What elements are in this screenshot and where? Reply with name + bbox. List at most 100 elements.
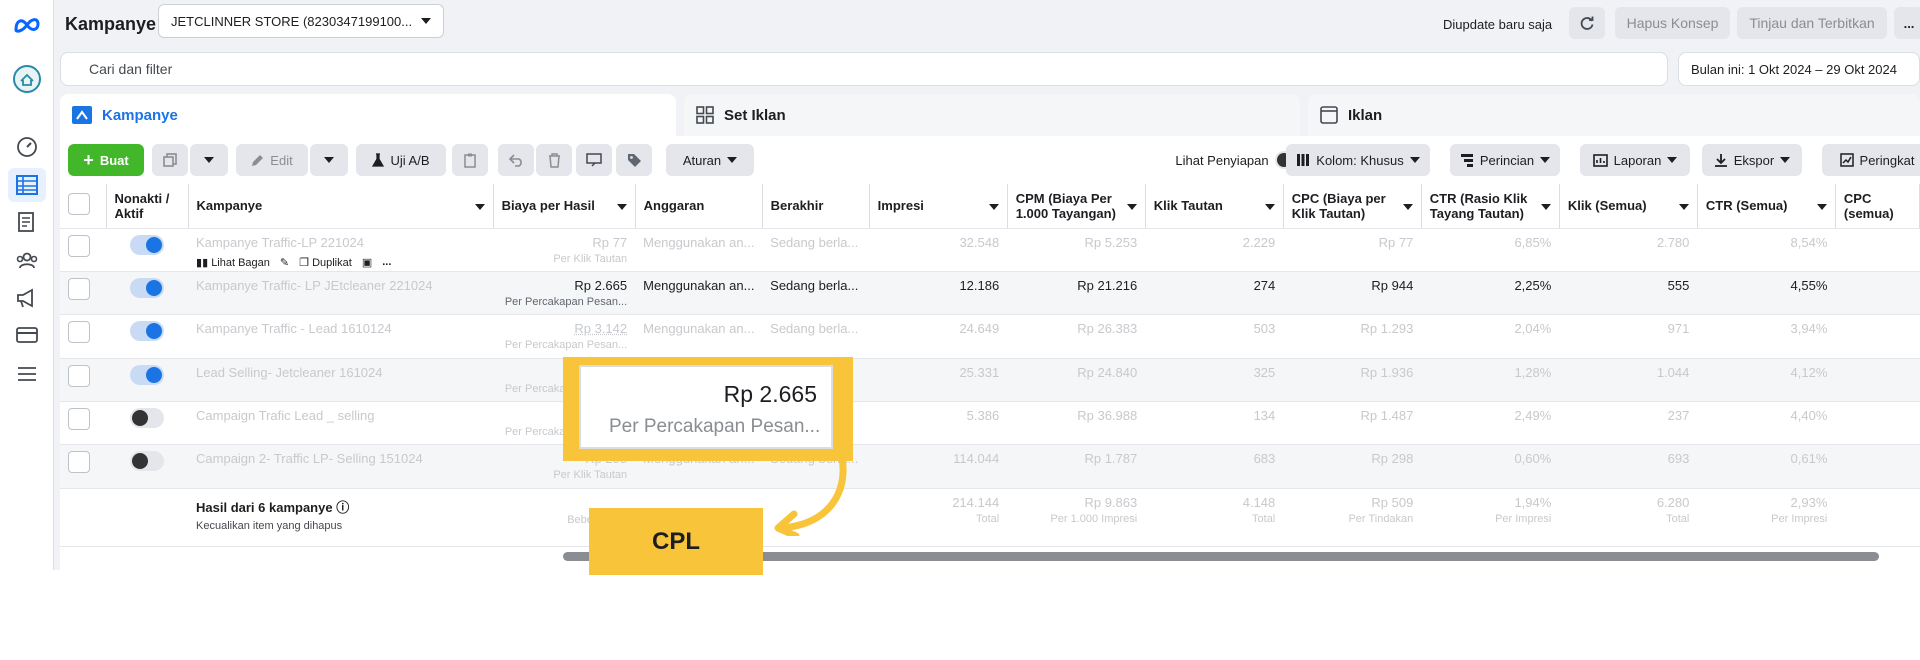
billing-icon[interactable]: [8, 318, 46, 352]
table-row[interactable]: Campaign 2- Traffic LP- Selling 151024 R…: [60, 444, 1920, 489]
info-icon[interactable]: ⓘ: [336, 500, 349, 515]
chevron-down-icon: [1540, 157, 1551, 163]
edit-dropdown[interactable]: [310, 144, 348, 176]
campaign-toggle[interactable]: [130, 277, 164, 298]
row-toggle-cell: [106, 401, 189, 446]
image-icon[interactable]: ▣: [362, 256, 372, 269]
row-checkbox[interactable]: [68, 364, 90, 387]
ab-test-label: Uji A/B: [390, 152, 430, 168]
search-filter-input[interactable]: Cari dan filter: [60, 52, 1668, 86]
columns-icon: [1297, 154, 1310, 166]
col-header-toggle[interactable]: Nonakti / Aktif: [106, 184, 189, 229]
duplicate-row-button[interactable]: ❐ Duplikat: [299, 256, 352, 269]
campaign-name[interactable]: Campaign Trafic Lead _ selling: [196, 408, 485, 423]
tag-button[interactable]: [616, 144, 652, 176]
date-range-picker[interactable]: Bulan ini: 1 Okt 2024 – 29 Okt 2024: [1678, 52, 1920, 86]
col-header-ctr-link[interactable]: CTR (Rasio Klik Tayang Tautan): [1421, 184, 1560, 229]
meta-logo-icon[interactable]: [8, 8, 46, 42]
row-checkbox[interactable]: [68, 408, 90, 431]
duplicate-button[interactable]: [152, 144, 188, 176]
campaigns-icon[interactable]: [8, 168, 46, 202]
refresh-button[interactable]: [1569, 7, 1605, 39]
tab-adsets[interactable]: Set Iklan: [684, 94, 1300, 136]
cpc-all-cell: [1835, 401, 1920, 446]
plus-icon: +: [83, 150, 94, 170]
col-header-ctr-all[interactable]: CTR (Semua): [1697, 184, 1836, 229]
link-clicks-cell: 503: [1145, 314, 1284, 359]
dashboard-icon[interactable]: [8, 130, 46, 164]
table-row[interactable]: Lead Selling- Jetcleaner 161024 Per Perc…: [60, 358, 1920, 403]
col-header-clicks-all[interactable]: Klik (Semua): [1559, 184, 1698, 229]
campaign-name[interactable]: Kampanye Traffic-LP 221024: [196, 235, 485, 250]
campaign-name[interactable]: Kampanye Traffic- LP JEtcleaner 221024: [196, 278, 485, 293]
menu-icon[interactable]: [8, 357, 46, 391]
undo-icon: [508, 153, 522, 167]
table-row[interactable]: Kampanye Traffic - Lead 1610124 Rp 3.142…: [60, 314, 1920, 359]
pages-icon[interactable]: [8, 205, 46, 239]
campaign-name[interactable]: Lead Selling- Jetcleaner 161024: [196, 365, 485, 380]
col-header-budget[interactable]: Anggaran: [635, 184, 763, 229]
table-row[interactable]: Campaign Trafic Lead _ selling Per Perca…: [60, 401, 1920, 446]
table-row[interactable]: Kampanye Traffic- LP JEtcleaner 221024 R…: [60, 271, 1920, 316]
ends-cell: Sedang berla...: [762, 271, 870, 316]
campaign-toggle[interactable]: [130, 321, 164, 342]
select-all-checkbox[interactable]: [68, 193, 90, 216]
more-actions-button[interactable]: ...: [382, 256, 391, 268]
grid-icon: [696, 106, 714, 124]
discard-draft-button[interactable]: Hapus Konsep: [1615, 7, 1730, 39]
undo-button[interactable]: [498, 144, 534, 176]
col-header-cpm[interactable]: CPM (Biaya Per 1.000 Tayangan): [1007, 184, 1146, 229]
col-header-campaign[interactable]: Kampanye: [188, 184, 494, 229]
create-button[interactable]: + Buat: [68, 144, 144, 176]
campaign-toggle[interactable]: [130, 234, 164, 255]
breakdown-button[interactable]: Perincian: [1450, 144, 1560, 176]
ab-test-button[interactable]: Uji A/B: [356, 144, 446, 176]
ads-icon[interactable]: [8, 281, 46, 315]
delete-button[interactable]: [536, 144, 572, 176]
account-selector[interactable]: JETCLINNER STORE (8230347199100...: [158, 4, 444, 38]
row-checkbox[interactable]: [68, 277, 90, 300]
col-header-cpc-link-label: CPC (Biaya per Klik Tautan): [1291, 190, 1386, 221]
cost-value: Rp 77: [592, 234, 628, 250]
export-button[interactable]: Ekspor: [1702, 144, 1802, 176]
preview-icon: [586, 153, 602, 167]
campaign-name[interactable]: Kampanye Traffic - Lead 1610124: [196, 321, 485, 336]
pencil-icon[interactable]: ✎: [280, 256, 289, 269]
col-header-link-clicks[interactable]: Klik Tautan: [1145, 184, 1284, 229]
row-checkbox[interactable]: [68, 451, 90, 474]
campaign-toggle[interactable]: [130, 364, 164, 385]
table-row[interactable]: Kampanye Traffic-LP 221024 ▮▮ Lihat Baga…: [60, 228, 1920, 272]
col-header-impressions[interactable]: Impresi: [869, 184, 1008, 229]
preview-ad-button[interactable]: [576, 144, 612, 176]
campaign-toggle[interactable]: [130, 408, 164, 429]
row-checkbox[interactable]: [68, 234, 90, 257]
row-toggle-cell: [106, 228, 189, 272]
rules-button[interactable]: Aturan: [666, 144, 754, 176]
reports-button[interactable]: Laporan: [1580, 144, 1690, 176]
summary-button[interactable]: Peringkat: [1822, 144, 1920, 176]
audiences-icon[interactable]: [8, 243, 46, 277]
edit-button[interactable]: Edit: [236, 144, 308, 176]
col-header-cost-per-result[interactable]: Biaya per Hasil: [493, 184, 636, 229]
duplicate-dropdown[interactable]: [190, 144, 228, 176]
row-toggle-cell: [106, 314, 189, 359]
impressions-cell: 12.186: [869, 271, 1008, 316]
tab-ads[interactable]: Iklan: [1308, 94, 1920, 136]
col-header-cpc-all[interactable]: CPC (semua): [1835, 184, 1920, 229]
campaign-toggle[interactable]: [130, 451, 164, 472]
business-icon[interactable]: [8, 62, 46, 96]
columns-button[interactable]: Kolom: Khusus: [1286, 144, 1430, 176]
chevron-down-icon: [1264, 204, 1275, 210]
campaign-name[interactable]: Campaign 2- Traffic LP- Selling 151024: [196, 451, 485, 466]
summary-clicks-all-sub: Total: [1666, 512, 1690, 525]
more-button[interactable]: ...: [1894, 7, 1920, 39]
clipboard-button[interactable]: [452, 144, 488, 176]
view-chart-button[interactable]: ▮▮ Lihat Bagan: [196, 256, 270, 269]
impressions-cell: 114.044: [869, 444, 1008, 489]
row-checkbox[interactable]: [68, 321, 90, 344]
col-header-cpc-link[interactable]: CPC (Biaya per Klik Tautan): [1283, 184, 1422, 229]
col-header-ends[interactable]: Berakhir: [762, 184, 870, 229]
review-publish-button[interactable]: Tinjau dan Terbitkan: [1737, 7, 1887, 39]
summary-empty-cell: [60, 488, 106, 547]
tab-campaigns[interactable]: Kampanye: [60, 94, 676, 136]
